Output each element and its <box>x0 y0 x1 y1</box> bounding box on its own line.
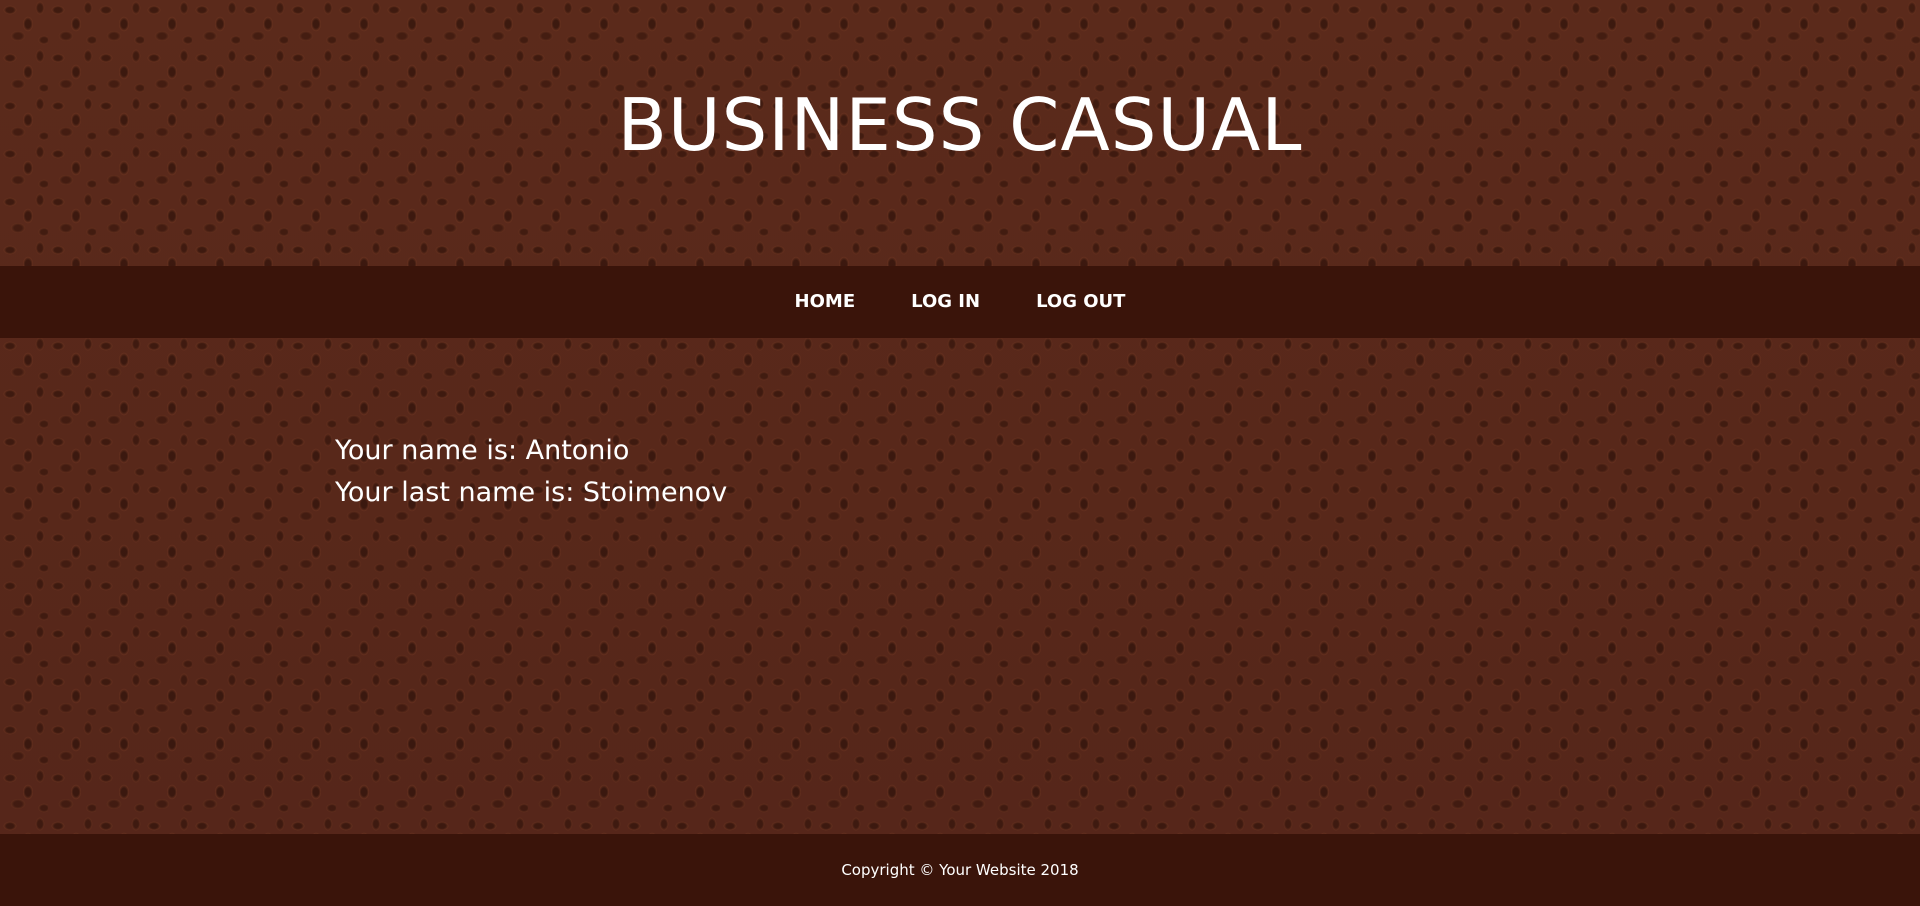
copyright-text: Copyright © Your Website 2018 <box>841 861 1079 879</box>
user-last-name-text: Your last name is: Stoimenov <box>335 477 728 508</box>
nav-item-log-in: LOG IN <box>883 266 1008 338</box>
nav-link-home[interactable]: HOME <box>767 266 884 338</box>
main-navbar: HOME LOG IN LOG OUT <box>0 266 1920 338</box>
main-content: Your name is: Antonio Your last name is:… <box>335 430 727 514</box>
nav-list: HOME LOG IN LOG OUT <box>767 266 1154 338</box>
nav-item-home: HOME <box>767 266 884 338</box>
site-header: BUSINESS CASUAL <box>0 0 1920 266</box>
user-name-text: Your name is: Antonio <box>335 435 630 466</box>
nav-link-log-in[interactable]: LOG IN <box>883 266 1008 338</box>
site-title: BUSINESS CASUAL <box>617 83 1303 167</box>
nav-item-log-out: LOG OUT <box>1008 266 1153 338</box>
site-footer: Copyright © Your Website 2018 <box>0 834 1920 906</box>
nav-link-log-out[interactable]: LOG OUT <box>1008 266 1153 338</box>
